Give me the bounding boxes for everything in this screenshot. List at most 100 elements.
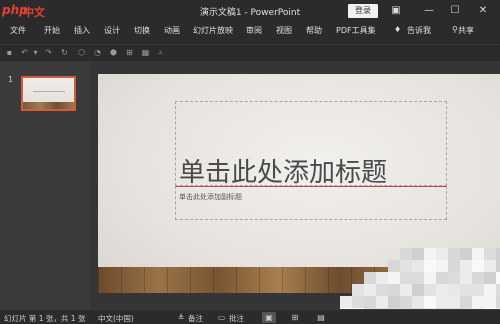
mosaic-tile <box>400 260 412 272</box>
mosaic-tile <box>460 260 472 272</box>
slide-thumbnail[interactable] <box>21 76 76 111</box>
tab-help[interactable]: 帮助 <box>306 25 322 36</box>
mosaic-tile <box>436 272 448 284</box>
title-placeholder-box[interactable]: 单击此处添加标题 <box>175 101 447 189</box>
mosaic-tile <box>484 248 496 260</box>
mosaic-tile <box>376 284 388 296</box>
mosaic-tile <box>412 284 424 296</box>
mosaic-tile <box>496 296 500 308</box>
mosaic-tile <box>436 248 448 260</box>
tab-view[interactable]: 视图 <box>276 25 292 36</box>
customize-icon[interactable]: ⩡ <box>155 47 166 58</box>
subtitle-placeholder[interactable]: 单击此处添加副标题 <box>179 192 242 202</box>
mosaic-tile <box>424 272 436 284</box>
slide-count-status: 幻灯片 第 1 张，共 1 张 <box>4 314 86 323</box>
mosaic-tile <box>412 248 424 260</box>
mosaic-tile <box>412 272 424 284</box>
mosaic-tile <box>400 284 412 296</box>
thumbnail-number: 1 <box>8 75 14 84</box>
mosaic-tile <box>400 248 412 260</box>
mosaic-tile <box>496 272 500 284</box>
tab-tell-me[interactable]: 告诉我 <box>407 25 431 36</box>
arrange-icon[interactable]: ⊞ <box>124 47 135 58</box>
tab-animations[interactable]: 动画 <box>164 25 180 36</box>
mosaic-tile <box>460 284 472 296</box>
tab-transitions[interactable]: 切换 <box>134 25 150 36</box>
mosaic-tile <box>496 248 500 260</box>
slide-sorter-icon[interactable]: ⊞ <box>288 312 302 323</box>
notes-button[interactable]: 备注 <box>188 313 203 324</box>
repeat-icon[interactable]: ↻ <box>59 47 70 58</box>
normal-view-icon[interactable]: ▣ <box>262 312 276 323</box>
user-icon: ⚲ <box>452 25 458 34</box>
shape-icon[interactable]: ⬡ <box>76 47 87 58</box>
mosaic-tile <box>388 260 400 272</box>
mosaic-tile <box>448 260 460 272</box>
undo-dropdown-icon[interactable]: ▾ <box>30 47 41 58</box>
undo-icon[interactable]: ↶ <box>19 47 30 58</box>
ribbon-display-icon[interactable]: ▣ <box>388 3 404 19</box>
format-icon[interactable]: ◔ <box>92 47 103 58</box>
language-status[interactable]: 中文(中国) <box>98 313 134 324</box>
mosaic-tile <box>484 272 496 284</box>
tab-insert[interactable]: 插入 <box>74 25 90 36</box>
mosaic-tile <box>424 296 436 308</box>
mosaic-tile <box>424 248 436 260</box>
notes-icon[interactable]: ≜ <box>178 313 184 322</box>
redo-icon[interactable]: ↷ <box>43 47 54 58</box>
mosaic-tile <box>436 296 448 308</box>
mosaic-tile <box>412 296 424 308</box>
mosaic-tile <box>364 272 376 284</box>
subtitle-placeholder-box[interactable]: 单击此处添加副标题 <box>175 186 447 220</box>
quick-access-toolbar: ▪ ↶ ▾ ↷ ↻ ⬡ ◔ ⬢ ⊞ ▦ ⩡ <box>0 44 500 60</box>
comments-icon[interactable]: ▭ <box>218 313 225 322</box>
mosaic-tile <box>448 296 460 308</box>
title-placeholder[interactable]: 单击此处添加标题 <box>179 152 387 189</box>
mosaic-tile <box>472 260 484 272</box>
mosaic-tile <box>496 260 500 272</box>
mosaic-tile <box>364 296 376 308</box>
mosaic-tile <box>484 296 496 308</box>
share-button[interactable]: 共享 <box>458 25 474 36</box>
slide-thumbnail-pane: 1 <box>0 61 90 309</box>
mosaic-tile <box>472 296 484 308</box>
tab-pdf-tools[interactable]: PDF工具集 <box>336 25 376 36</box>
tab-review[interactable]: 审阅 <box>246 25 262 36</box>
mosaic-tile <box>412 260 424 272</box>
mosaic-tile <box>352 296 364 308</box>
table-icon[interactable]: ▦ <box>140 47 151 58</box>
mosaic-tile <box>340 296 352 308</box>
layout-icon[interactable]: ⬢ <box>108 47 119 58</box>
login-button[interactable]: 登录 <box>348 4 378 18</box>
tab-design[interactable]: 设计 <box>104 25 120 36</box>
mosaic-tile <box>388 284 400 296</box>
mosaic-tile <box>448 248 460 260</box>
save-icon[interactable]: ▪ <box>4 47 15 58</box>
title-bar: php 中文网 演示文稿1 - PowerPoint 登录 ▣ — ☐ ✕ <box>0 0 500 35</box>
mosaic-tile <box>424 260 436 272</box>
mosaic-tile <box>364 284 376 296</box>
thumbnail-floor <box>23 102 74 109</box>
mosaic-tile <box>388 272 400 284</box>
reading-view-icon[interactable]: ▤ <box>314 312 328 323</box>
mosaic-tile <box>472 248 484 260</box>
minimize-icon[interactable]: — <box>421 3 437 19</box>
mosaic-tile <box>448 272 460 284</box>
mosaic-tile <box>376 296 388 308</box>
tab-file[interactable]: 文件 <box>10 25 26 36</box>
mosaic-tile <box>460 296 472 308</box>
tab-slideshow[interactable]: 幻灯片放映 <box>193 25 233 36</box>
status-bar: 幻灯片 第 1 张，共 1 张 中文(中国) ≜ 备注 ▭ 批注 ▣ ⊞ ▤ <box>0 309 500 324</box>
mosaic-tile <box>460 248 472 260</box>
mosaic-tile <box>388 296 400 308</box>
comments-button[interactable]: 批注 <box>229 313 244 324</box>
mosaic-tile <box>424 284 436 296</box>
mosaic-tile <box>472 284 484 296</box>
mosaic-tile <box>376 272 388 284</box>
mosaic-tile <box>460 272 472 284</box>
thumbnail-title-line <box>33 91 65 92</box>
tab-home[interactable]: 开始 <box>44 25 60 36</box>
close-icon[interactable]: ✕ <box>475 3 491 19</box>
mosaic-tile <box>436 260 448 272</box>
maximize-icon[interactable]: ☐ <box>447 3 463 19</box>
